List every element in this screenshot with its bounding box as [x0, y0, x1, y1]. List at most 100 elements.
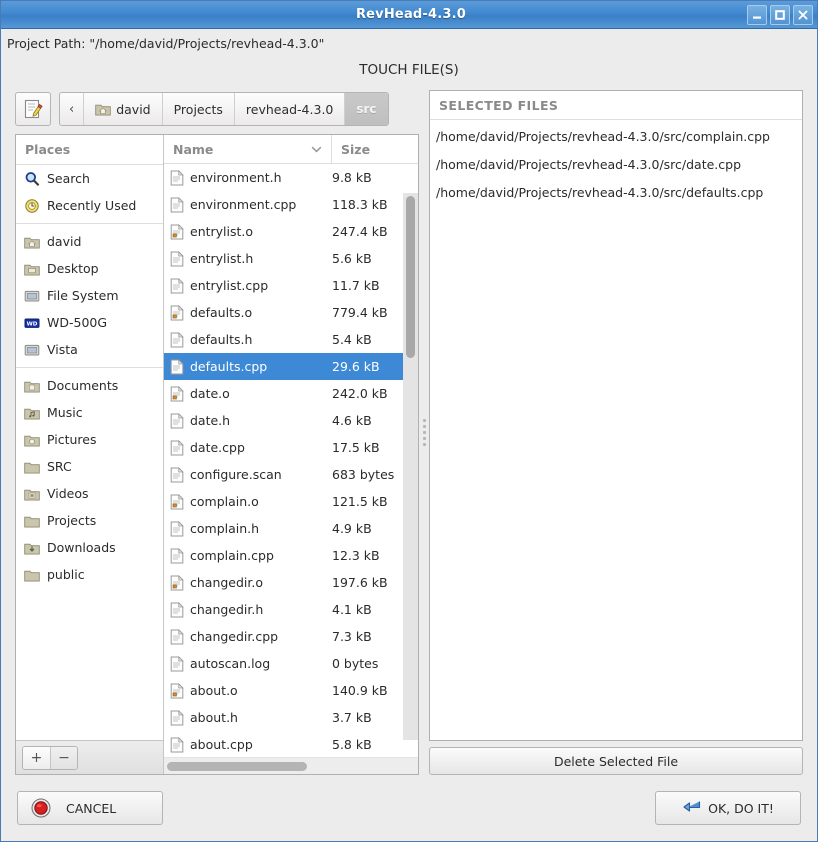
scrollbar-thumb[interactable]	[406, 196, 415, 358]
sidebar-item-label: Documents	[47, 378, 119, 393]
file-chooser: ‹ david Projects revhead-4.3.0 src Place…	[15, 90, 419, 775]
dialog-content: Project Path: "/home/david/Projects/revh…	[1, 29, 817, 841]
sidebar-item-music[interactable]: Music	[16, 399, 163, 426]
file-list-horizontal-scrollbar[interactable]	[164, 757, 418, 774]
object-file-icon	[170, 304, 184, 321]
sidebar-item-projects[interactable]: Projects	[16, 507, 163, 534]
table-row[interactable]: about.o 140.9 kB	[164, 677, 418, 704]
file-list-vertical-scrollbar[interactable]	[403, 193, 418, 740]
sidebar-item-label: Recently Used	[47, 198, 137, 213]
file-name-label: changedir.o	[190, 575, 264, 590]
table-row[interactable]: changedir.h 4.1 kB	[164, 596, 418, 623]
column-header-name-label: Name	[173, 141, 214, 157]
sidebar-item-vista[interactable]: Vista	[16, 336, 163, 363]
remove-bookmark-button[interactable]: −	[50, 746, 77, 769]
table-row[interactable]: about.cpp 5.8 kB	[164, 731, 418, 757]
breadcrumb: ‹ david Projects revhead-4.3.0 src	[59, 92, 389, 126]
sidebar-item-label: Pictures	[47, 432, 97, 447]
scrollbar-thumb[interactable]	[167, 761, 307, 771]
breadcrumb-label: david	[116, 101, 151, 117]
table-row[interactable]: autoscan.log 0 bytes	[164, 650, 418, 677]
documents-folder-icon	[24, 379, 40, 393]
cancel-button-label: CANCEL	[66, 800, 117, 816]
breadcrumb-item-projects[interactable]: Projects	[163, 93, 235, 125]
sidebar-item-search[interactable]: Search	[16, 165, 163, 192]
table-row[interactable]: environment.h 9.8 kB	[164, 164, 418, 191]
object-file-icon	[170, 493, 184, 510]
sidebar-item-src[interactable]: SRC	[16, 453, 163, 480]
places-list: Search Recently Used david Desktop File …	[16, 165, 163, 740]
edit-pencil-icon	[22, 98, 44, 120]
text-file-icon	[170, 196, 184, 213]
list-item[interactable]: /home/david/Projects/revhead-4.3.0/src/c…	[430, 122, 802, 150]
search-icon	[24, 171, 40, 187]
maximize-button[interactable]	[770, 4, 790, 25]
table-row[interactable]: defaults.o 779.4 kB	[164, 299, 418, 326]
file-list-body[interactable]: environment.h 9.8 kB environment.cpp 118.3 …	[164, 164, 418, 757]
add-bookmark-button[interactable]: +	[23, 746, 50, 769]
object-file-icon	[170, 385, 184, 402]
list-item[interactable]: /home/david/Projects/revhead-4.3.0/src/d…	[430, 178, 802, 206]
table-row[interactable]: changedir.cpp 7.3 kB	[164, 623, 418, 650]
breadcrumb-item-david[interactable]: david	[84, 93, 163, 125]
file-name-label: defaults.o	[190, 305, 253, 320]
breadcrumb-back-button[interactable]: ‹	[60, 93, 85, 125]
places-header: Places	[16, 135, 163, 165]
chooser-panes: Places Search Recently Used david Deskto…	[15, 134, 419, 775]
table-row[interactable]: configure.scan 683 bytes	[164, 461, 418, 488]
sidebar-item-documents[interactable]: Documents	[16, 372, 163, 399]
file-name-label: complain.o	[190, 494, 259, 509]
object-file-icon	[170, 223, 184, 240]
table-row[interactable]: entrylist.cpp 11.7 kB	[164, 272, 418, 299]
file-name-cell: date.h	[164, 412, 332, 429]
application-window: RevHead-4.3.0 Project Path: "/home/david…	[0, 0, 818, 842]
sidebar-item-label: Downloads	[47, 540, 116, 555]
table-row[interactable]: date.cpp 17.5 kB	[164, 434, 418, 461]
table-row[interactable]: complain.cpp 12.3 kB	[164, 542, 418, 569]
table-row[interactable]: date.h 4.6 kB	[164, 407, 418, 434]
file-name-cell: date.cpp	[164, 439, 332, 456]
table-row[interactable]: defaults.h 5.4 kB	[164, 326, 418, 353]
file-name-label: defaults.cpp	[190, 359, 268, 374]
cancel-button[interactable]: CANCEL	[17, 791, 163, 825]
close-icon	[797, 9, 809, 21]
table-row[interactable]: complain.h 4.9 kB	[164, 515, 418, 542]
table-row[interactable]: date.o 242.0 kB	[164, 380, 418, 407]
column-header-name[interactable]: Name	[164, 135, 332, 163]
sidebar-item-recently-used[interactable]: Recently Used	[16, 192, 163, 219]
pictures-folder-icon	[24, 433, 40, 447]
close-button[interactable]	[793, 4, 813, 25]
file-name-label: about.cpp	[190, 737, 253, 752]
selected-files-list[interactable]: /home/david/Projects/revhead-4.3.0/src/c…	[430, 120, 802, 740]
sidebar-item-label: Videos	[47, 486, 89, 501]
breadcrumb-item-revhead[interactable]: revhead-4.3.0	[235, 93, 346, 125]
file-name-label: complain.h	[190, 521, 260, 536]
table-row[interactable]: complain.o 121.5 kB	[164, 488, 418, 515]
table-row[interactable]: defaults.cpp 29.6 kB	[164, 353, 418, 380]
sidebar-item-file-system[interactable]: File System	[16, 282, 163, 309]
list-item[interactable]: /home/david/Projects/revhead-4.3.0/src/d…	[430, 150, 802, 178]
file-name-label: environment.cpp	[190, 197, 297, 212]
text-file-icon	[170, 736, 184, 753]
sidebar-item-david[interactable]: david	[16, 228, 163, 255]
table-row[interactable]: environment.cpp 118.3 kB	[164, 191, 418, 218]
sidebar-item-public[interactable]: public	[16, 561, 163, 588]
sidebar-item-downloads[interactable]: Downloads	[16, 534, 163, 561]
column-header-size[interactable]: Size	[332, 135, 418, 163]
delete-selected-file-button[interactable]: Delete Selected File	[429, 747, 803, 775]
toggle-location-entry-button[interactable]	[15, 92, 51, 126]
table-row[interactable]: about.h 3.7 kB	[164, 704, 418, 731]
table-row[interactable]: entrylist.o 247.4 kB	[164, 218, 418, 245]
sidebar-item-pictures[interactable]: Pictures	[16, 426, 163, 453]
table-row[interactable]: changedir.o 197.6 kB	[164, 569, 418, 596]
breadcrumb-item-src[interactable]: src	[345, 93, 388, 125]
minimize-button[interactable]	[747, 4, 767, 25]
text-file-icon	[170, 250, 184, 267]
sidebar-item-videos[interactable]: Videos	[16, 480, 163, 507]
places-toolbar: + −	[16, 740, 163, 774]
ok-do-it-button[interactable]: OK, DO IT!	[655, 791, 801, 825]
sidebar-item-wd-500g[interactable]: WD WD-500G	[16, 309, 163, 336]
pane-splitter[interactable]	[419, 90, 429, 775]
sidebar-item-desktop[interactable]: Desktop	[16, 255, 163, 282]
table-row[interactable]: entrylist.h 5.6 kB	[164, 245, 418, 272]
